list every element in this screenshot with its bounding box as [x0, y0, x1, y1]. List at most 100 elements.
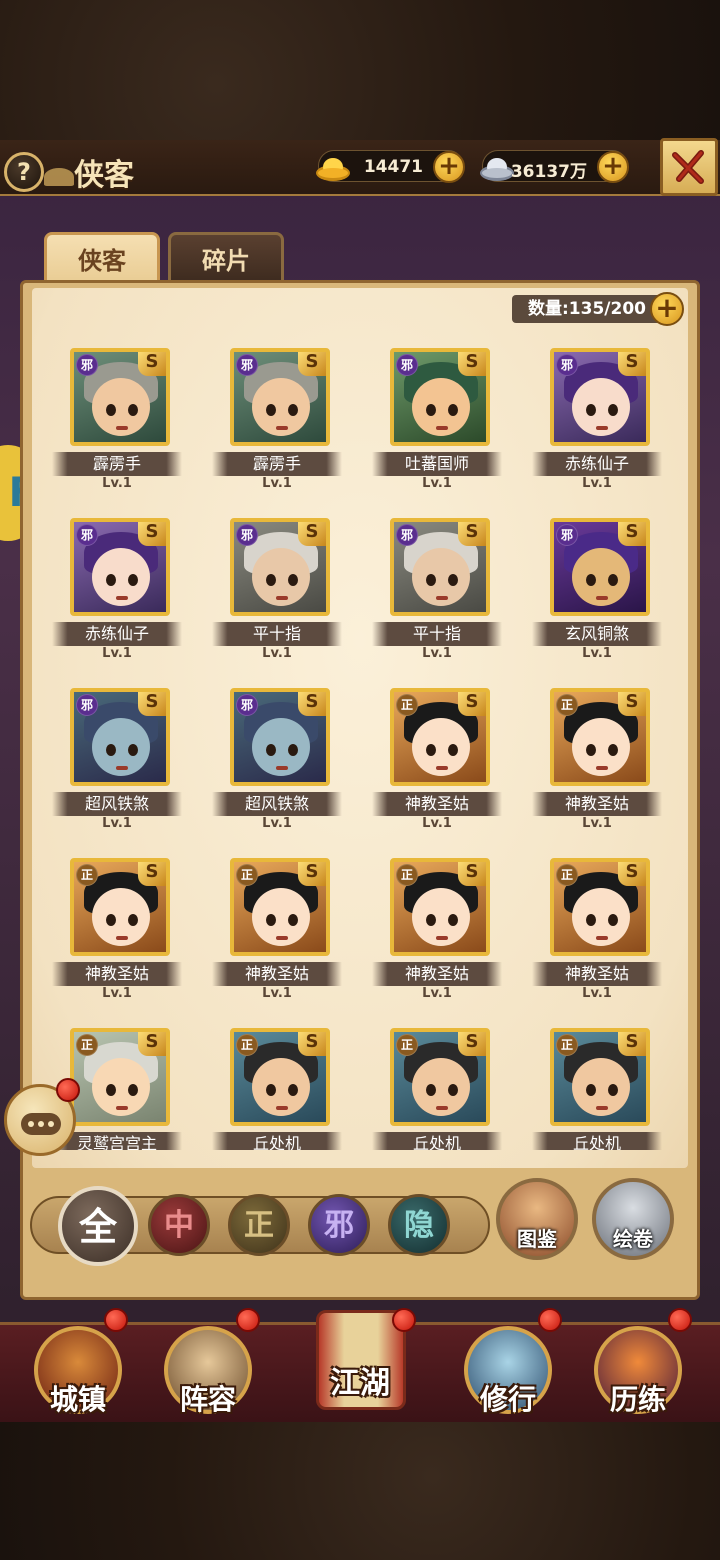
hero-name: 神教圣姑 — [532, 962, 662, 986]
hero-portrait: 正S — [70, 858, 170, 956]
close-button[interactable] — [660, 138, 718, 196]
alignment-badge: 邪 — [396, 524, 418, 546]
hero-level: Lv.1 — [262, 646, 292, 661]
grade-badge: S — [618, 862, 646, 886]
hero-portrait: 邪S — [390, 518, 490, 616]
add-silver-button[interactable]: + — [597, 151, 629, 183]
grade-badge: S — [458, 522, 486, 546]
filter-evil[interactable]: 邪 — [308, 1194, 370, 1256]
gold-amount: 14471 — [363, 157, 423, 177]
gold-currency: 14471 + — [316, 150, 465, 183]
hero-portrait: 正S — [70, 1028, 170, 1126]
hero-level: Lv.1 — [422, 476, 452, 491]
alignment-badge: 邪 — [76, 354, 98, 376]
hero-portrait: 邪S — [70, 688, 170, 786]
hero-card[interactable]: 邪 S 赤练仙子 Lv.1 — [52, 518, 182, 668]
alignment-badge: 邪 — [556, 354, 578, 376]
hero-card[interactable]: 正 S 神教圣姑 Lv.1 — [372, 858, 502, 1008]
hero-card[interactable]: 邪 S 霹雳手 Lv.1 — [212, 348, 342, 498]
hero-card[interactable]: 正 S 丘处机 — [212, 1028, 342, 1150]
hero-portrait: 正S — [550, 1028, 650, 1126]
grade-badge: S — [458, 862, 486, 886]
alignment-badge: 邪 — [236, 694, 258, 716]
hero-card[interactable]: 邪 S 平十指 Lv.1 — [212, 518, 342, 668]
hero-portrait: 正S — [550, 858, 650, 956]
alignment-badge: 正 — [236, 864, 258, 886]
hero-card[interactable]: 正 S 神教圣姑 Lv.1 — [372, 688, 502, 838]
grade-badge: S — [138, 522, 166, 546]
hero-name: 玄风铜煞 — [532, 622, 662, 646]
gold-ingot-icon — [316, 158, 350, 181]
hero-portrait: 邪S — [230, 518, 330, 616]
hero-portrait: 正S — [550, 688, 650, 786]
help-button[interactable]: ? — [4, 152, 44, 192]
town-notification-dot — [104, 1308, 128, 1332]
add-gold-button[interactable]: + — [433, 151, 465, 183]
hero-card[interactable]: 邪 S 吐蕃国师 Lv.1 — [372, 348, 502, 498]
hero-portrait: 邪S — [390, 348, 490, 446]
hero-level: Lv.1 — [262, 476, 292, 491]
scroll-gallery-button[interactable]: 绘卷 — [592, 1178, 674, 1260]
alignment-badge: 正 — [556, 1034, 578, 1056]
hero-card[interactable]: 正 S 神教圣姑 Lv.1 — [532, 688, 662, 838]
grade-badge: S — [618, 522, 646, 546]
hero-card[interactable]: 正 S 神教圣姑 Lv.1 — [532, 858, 662, 1008]
hero-card[interactable]: 邪 S 赤练仙子 Lv.1 — [532, 348, 662, 498]
hero-portrait: 邪S — [230, 348, 330, 446]
encyclopedia-label: 图鉴 — [517, 1227, 557, 1251]
hero-card[interactable]: 邪 S 平十指 Lv.1 — [372, 518, 502, 668]
alignment-badge: 正 — [396, 694, 418, 716]
nav-jianghu-label: 江湖 — [330, 1366, 390, 1401]
hero-card[interactable]: 邪 S 霹雳手 Lv.1 — [52, 348, 182, 498]
nav-lineup[interactable]: 阵容 — [158, 1322, 258, 1422]
background-bottom — [0, 1420, 720, 1560]
hero-card[interactable]: 正 S 神教圣姑 Lv.1 — [212, 858, 342, 1008]
hero-level: Lv.1 — [582, 646, 612, 661]
grade-badge: S — [298, 522, 326, 546]
hero-card[interactable]: 邪 S 玄风铜煞 Lv.1 — [532, 518, 662, 668]
hero-card[interactable]: 邪 S 超风铁煞 Lv.1 — [212, 688, 342, 838]
filter-all[interactable]: 全 — [58, 1186, 138, 1266]
tab-heroes[interactable]: 侠客 — [44, 232, 160, 284]
hero-level: Lv.1 — [582, 476, 612, 491]
hero-name: 超风铁煞 — [52, 792, 182, 816]
nav-town[interactable]: 城镇 — [28, 1322, 128, 1422]
grade-badge: S — [298, 862, 326, 886]
alignment-badge: 正 — [556, 694, 578, 716]
hero-level: Lv.1 — [102, 816, 132, 831]
hero-name: 丘处机 — [212, 1132, 342, 1150]
silver-amount: 36137万 — [510, 162, 587, 182]
hero-name: 神教圣姑 — [212, 962, 342, 986]
page-title: 侠客 — [74, 158, 134, 193]
silver-currency: 36137万 + — [480, 150, 629, 183]
grade-badge: S — [618, 352, 646, 376]
hero-name: 平十指 — [212, 622, 342, 646]
hero-card[interactable]: 正 S 神教圣姑 Lv.1 — [52, 858, 182, 1008]
nav-lineup-label: 阵容 — [179, 1383, 236, 1416]
grade-badge: S — [138, 692, 166, 716]
hero-name: 吐蕃国师 — [372, 452, 502, 476]
filter-hidden[interactable]: 隐 — [388, 1194, 450, 1256]
expand-roster-button[interactable]: + — [650, 292, 684, 326]
hero-level: Lv.1 — [582, 986, 612, 1001]
nav-town-label: 城镇 — [49, 1383, 106, 1416]
hero-card[interactable]: 正 S 丘处机 — [372, 1028, 502, 1150]
hero-level: Lv.1 — [582, 816, 612, 831]
hero-card[interactable]: 邪 S 超风铁煞 Lv.1 — [52, 688, 182, 838]
filter-righteous[interactable]: 正 — [228, 1194, 290, 1256]
alignment-badge: 邪 — [236, 524, 258, 546]
grade-badge: S — [298, 692, 326, 716]
roster-count: 数量:135/200 — [512, 295, 662, 323]
filter-neutral[interactable]: 中 — [148, 1194, 210, 1256]
tab-fragments[interactable]: 碎片 — [168, 232, 284, 284]
grade-badge: S — [458, 692, 486, 716]
nav-cultivate[interactable]: 修行 — [458, 1322, 558, 1422]
alignment-badge: 邪 — [76, 524, 98, 546]
grade-badge: S — [458, 352, 486, 376]
grade-badge: S — [138, 1032, 166, 1056]
encyclopedia-button[interactable]: 图鉴 — [496, 1178, 578, 1260]
nav-training[interactable]: 历练 — [588, 1322, 688, 1422]
hero-level: Lv.1 — [102, 476, 132, 491]
hero-card[interactable]: 正 S 丘处机 — [532, 1028, 662, 1150]
training-notification-dot — [668, 1308, 692, 1332]
